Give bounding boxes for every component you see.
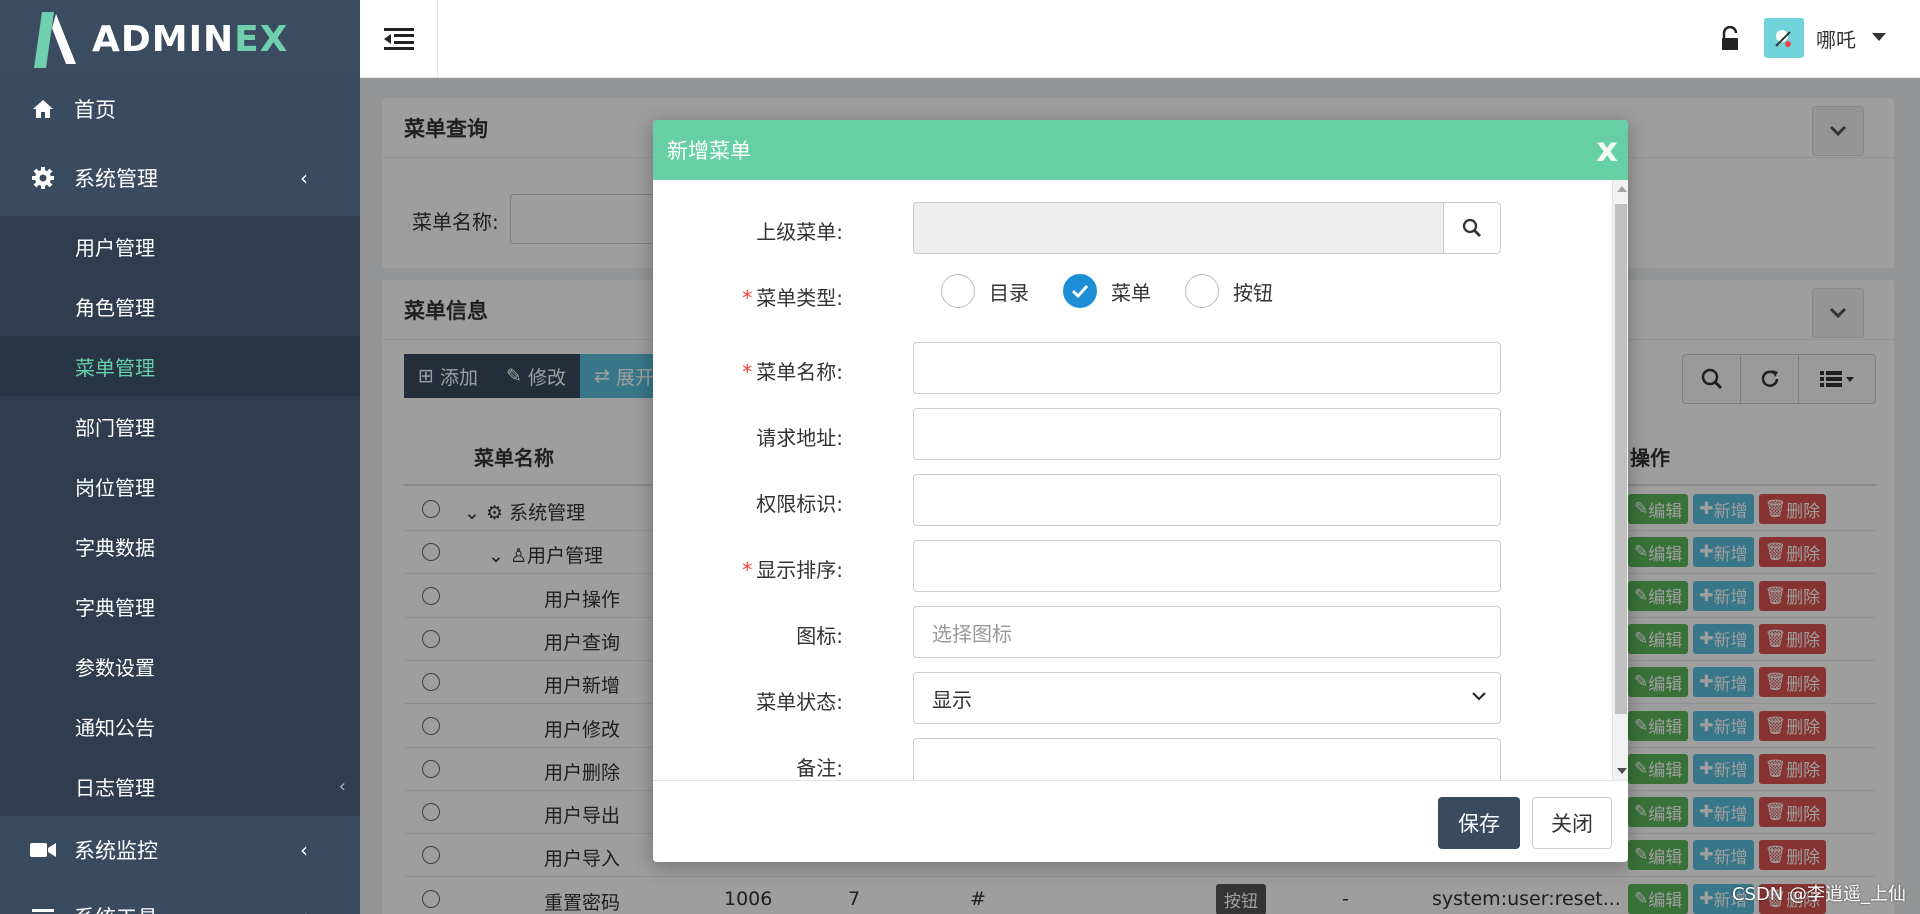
add-menu-dialog: 新增菜单 x 上级菜单: * 菜单类型: 目录 菜单 按钮 * 菜单名称: 请求… [653,120,1628,862]
sidebar-item-logs[interactable]: 日志管理 ‹ [0,756,360,816]
chevron-left-icon: ‹ [300,837,308,862]
home-icon [30,96,56,122]
dialog-header: 新增菜单 x [653,120,1628,180]
icon-row: 图标: 选择图标 [653,606,1613,658]
nav-item-monitor[interactable]: 系统监控 ‹ [0,816,360,883]
parent-menu-row: 上级菜单: [653,202,1613,254]
nav-item-home[interactable]: 首页 [0,78,360,140]
required-mark: * [742,360,753,384]
perm-label: 权限标识: [756,492,843,516]
radio-circle[interactable] [1185,274,1219,308]
dialog-scrollbar[interactable] [1612,180,1628,780]
parent-menu-label: 上级菜单: [756,220,843,244]
sidebar-item-roles[interactable]: 角色管理 [0,276,360,336]
save-button[interactable]: 保存 [1438,797,1520,849]
radio-directory[interactable]: 目录 [941,274,1029,308]
menu-name-row: * 菜单名称: [653,342,1613,394]
perm-row: 权限标识: [653,474,1613,526]
menu-type-row: * 菜单类型: 目录 菜单 按钮 [653,268,1613,320]
sidebar-item-notices[interactable]: 通知公告 [0,696,360,756]
gear-icon [30,165,56,191]
radio-circle[interactable] [941,274,975,308]
nav-item-tools[interactable]: 系统工具 ‹ [0,883,360,914]
sidebar-item-dict-data[interactable]: 字典数据 [0,516,360,576]
search-icon [1462,218,1481,237]
status-label: 菜单状态: [756,690,843,714]
sidebar-item-depts[interactable]: 部门管理 [0,396,360,456]
icon-label: 图标: [796,624,843,648]
logo: ADMINEX [0,0,360,78]
outdent-icon [383,28,414,50]
system-submenu: 用户管理 角色管理 菜单管理 部门管理 岗位管理 字典数据 字典管理 参数设置 … [0,216,360,816]
url-row: 请求地址: [653,408,1613,460]
nav-label-monitor: 系统监控 [74,838,158,863]
sidebar-item-menus[interactable]: 菜单管理 [0,336,360,396]
chevron-left-icon: ‹ [300,166,308,190]
close-icon[interactable]: x [1596,130,1618,170]
dialog-footer: 保存 关闭 [653,780,1628,862]
topbar: 哪吒 [360,0,1920,78]
nav-label-tools: 系统工具 [74,902,158,914]
radio-button[interactable]: 按钮 [1185,274,1273,308]
video-icon [30,837,56,863]
required-mark: * [742,558,753,582]
menu-name-input[interactable] [913,342,1501,394]
radio-menu[interactable]: 菜单 [1063,274,1151,308]
parent-menu-input[interactable] [913,202,1444,254]
url-input[interactable] [913,408,1501,460]
order-label: * 显示排序: [742,558,843,582]
order-row: * 显示排序: [653,540,1613,592]
chevron-left-icon: ‹ [300,905,308,914]
remark-textarea[interactable] [913,738,1501,780]
radio-menu-label: 菜单 [1111,280,1151,305]
status-value: 显示 [932,687,972,712]
avatar[interactable] [1764,18,1804,58]
sidebar-item-logs-label: 日志管理 [75,775,155,800]
sidebar-item-params[interactable]: 参数设置 [0,636,360,696]
sidebar: ADMINEX 首页 系统管理 ‹ 用户管理 角色管理 菜单管理 部门管理 岗位… [0,0,360,914]
username[interactable]: 哪吒 [1816,24,1856,53]
radio-directory-label: 目录 [989,280,1029,305]
menu-name-label: * 菜单名称: [742,360,843,384]
caret-down-icon[interactable] [1872,33,1886,41]
nav-label-home: 首页 [74,98,116,122]
icon-input[interactable]: 选择图标 [913,606,1501,658]
icon-placeholder: 选择图标 [932,621,1012,646]
scroll-down-arrow-icon[interactable] [1617,768,1627,774]
check-icon [1071,284,1089,298]
close-button[interactable]: 关闭 [1532,797,1612,849]
order-input[interactable] [913,540,1501,592]
scroll-up-arrow-icon[interactable] [1617,186,1627,192]
status-row: 菜单状态: 显示 [653,672,1613,724]
dialog-title: 新增菜单 [667,139,751,163]
lock-icon[interactable] [1720,25,1740,52]
nav-item-system[interactable]: 系统管理 ‹ [0,140,360,216]
logo-text: ADMINEX [92,18,289,60]
url-label: 请求地址: [756,426,843,450]
remark-row: 备注: [653,738,1613,780]
scroll-thumb[interactable] [1615,204,1627,714]
chevron-left-icon: ‹ [338,775,346,797]
sidebar-item-users[interactable]: 用户管理 [0,216,360,276]
required-mark: * [742,286,753,310]
parent-menu-search-button[interactable] [1443,202,1501,254]
remark-label: 备注: [796,756,843,780]
nav-label-system: 系统管理 [74,167,158,191]
perm-input[interactable] [913,474,1501,526]
status-select[interactable]: 显示 [913,672,1501,724]
sidebar-item-posts[interactable]: 岗位管理 [0,456,360,516]
chevron-down-icon [1472,692,1486,701]
bars-icon [30,904,56,914]
radio-button-label: 按钮 [1233,280,1273,305]
menu-type-label: * 菜单类型: [742,286,843,310]
sidebar-toggle-button[interactable] [360,0,438,78]
dialog-body: 上级菜单: * 菜单类型: 目录 菜单 按钮 * 菜单名称: 请求地址: 权限标… [653,180,1613,780]
radio-circle-checked[interactable] [1063,274,1097,308]
sidebar-item-dict-manage[interactable]: 字典管理 [0,576,360,636]
logo-mark-icon [28,8,82,70]
watermark: CSDN @李逍遥_上仙 [1731,884,1906,905]
